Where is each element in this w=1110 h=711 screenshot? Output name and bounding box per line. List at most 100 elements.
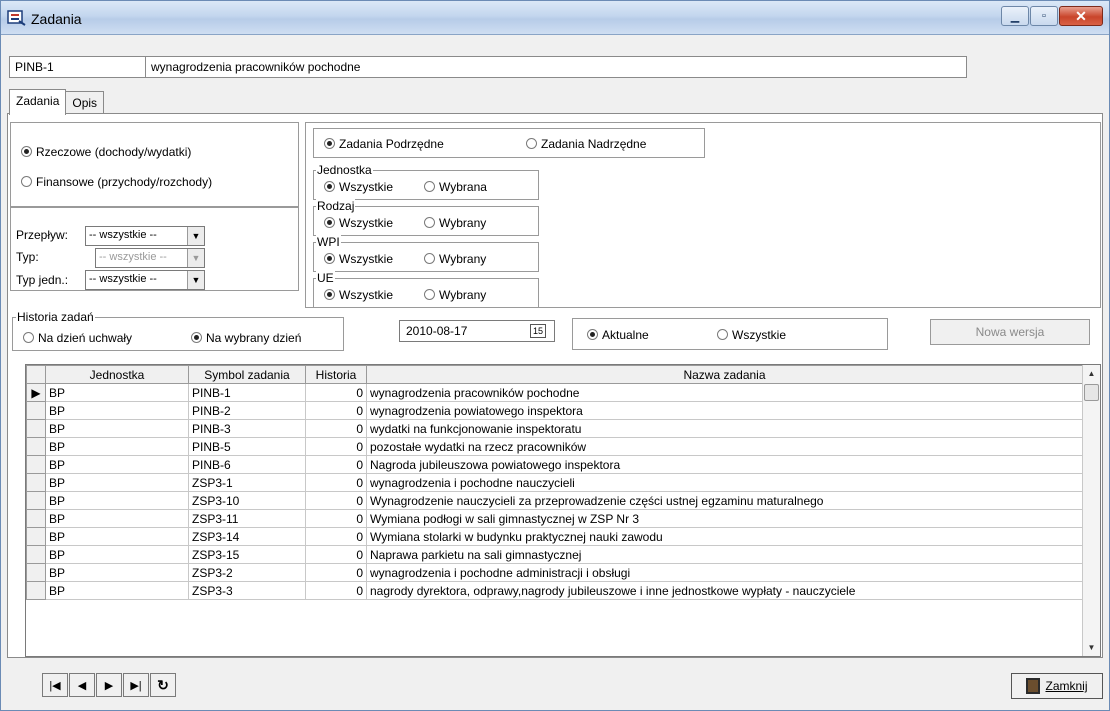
title-bar[interactable]: Zadania ▁ ▫ ✕ [1, 1, 1109, 35]
cell-nazwa[interactable]: Wynagrodzenie nauczycieli za przeprowadz… [366, 491, 1083, 510]
cell-historia[interactable]: 0 [305, 527, 367, 546]
cell-symbol[interactable]: ZSP3-1 [188, 473, 306, 492]
cell-jednostka[interactable]: BP [45, 473, 189, 492]
scroll-down-icon[interactable]: ▼ [1083, 639, 1100, 656]
col-header-historia[interactable]: Historia [305, 365, 367, 384]
close-window-button[interactable]: ✕ [1059, 6, 1103, 26]
cell-jednostka[interactable]: BP [45, 383, 189, 402]
cell-symbol[interactable]: PINB-2 [188, 401, 306, 420]
cell-jednostka[interactable]: BP [45, 401, 189, 420]
cell-historia[interactable]: 0 [305, 455, 367, 474]
cell-symbol[interactable]: PINB-3 [188, 419, 306, 438]
table-row[interactable]: BP PINB-6 0 Nagroda jubileuszowa powiatoweg… [26, 455, 1083, 474]
radio-wpi-wybrany[interactable]: Wybrany [424, 252, 486, 266]
cell-historia[interactable]: 0 [305, 491, 367, 510]
radio-wpi-wszystkie[interactable]: Wszystkie [324, 252, 393, 266]
cell-nazwa[interactable]: nagrody dyrektora, odprawy,nagrody jubil… [366, 581, 1083, 600]
row-indicator[interactable] [26, 455, 46, 474]
cell-jednostka[interactable]: BP [45, 581, 189, 600]
scroll-up-icon[interactable]: ▲ [1083, 365, 1100, 382]
nowa-wersja-button[interactable]: Nowa wersja [930, 319, 1090, 345]
row-indicator[interactable] [26, 401, 46, 420]
cell-symbol[interactable]: PINB-5 [188, 437, 306, 456]
radio-na-dzien-uchwaly[interactable]: Na dzień uchwały [23, 331, 132, 345]
col-header-symbol[interactable]: Symbol zadania [188, 365, 306, 384]
cell-historia[interactable]: 0 [305, 401, 367, 420]
radio-jednostka-wszystkie[interactable]: Wszystkie [324, 180, 393, 194]
table-row[interactable]: ▶ BP PINB-1 0 wynagrodzenia pracowników poch… [26, 383, 1083, 402]
row-indicator[interactable] [26, 563, 46, 582]
row-indicator[interactable] [26, 491, 46, 510]
vertical-scrollbar[interactable]: ▲ ▼ [1082, 365, 1100, 656]
cell-jednostka[interactable]: BP [45, 509, 189, 528]
table-row[interactable]: BP ZSP3-1 0 wynagrodzenia i pochodne nauczy… [26, 473, 1083, 492]
radio-ue-wszystkie[interactable]: Wszystkie [324, 288, 393, 302]
row-indicator[interactable] [26, 545, 46, 564]
table-row[interactable]: BP ZSP3-2 0 wynagrodzenia i pochodne admini… [26, 563, 1083, 582]
cell-nazwa[interactable]: wynagrodzenia i pochodne nauczycieli [366, 473, 1083, 492]
calendar-icon[interactable]: 15 [530, 324, 546, 338]
row-indicator[interactable] [26, 509, 46, 528]
first-record-button[interactable]: |◀ [42, 673, 68, 697]
refresh-button[interactable]: ↻ [150, 673, 176, 697]
row-indicator[interactable] [26, 473, 46, 492]
cell-historia[interactable]: 0 [305, 383, 367, 402]
table-row[interactable]: BP ZSP3-15 0 Naprawa parkietu na sali gimna… [26, 545, 1083, 564]
radio-ue-wybrany[interactable]: Wybrany [424, 288, 486, 302]
cell-symbol[interactable]: ZSP3-2 [188, 563, 306, 582]
tab-opis[interactable]: Opis [66, 91, 105, 113]
cell-jednostka[interactable]: BP [45, 455, 189, 474]
cell-symbol[interactable]: ZSP3-10 [188, 491, 306, 510]
table-row[interactable]: BP ZSP3-10 0 Wynagrodzenie nauczycieli za p… [26, 491, 1083, 510]
zamknij-button[interactable]: Zamknij [1011, 673, 1103, 699]
cell-symbol[interactable]: ZSP3-11 [188, 509, 306, 528]
cell-nazwa[interactable]: Wymiana podłogi w sali gimnastycznej w Z… [366, 509, 1083, 528]
radio-aktualne[interactable]: Aktualne [587, 328, 649, 342]
cell-symbol[interactable]: ZSP3-14 [188, 527, 306, 546]
cell-symbol[interactable]: PINB-1 [188, 383, 306, 402]
cell-historia[interactable]: 0 [305, 563, 367, 582]
table-row[interactable]: BP PINB-2 0 wynagrodzenia powiatowego inspe… [26, 401, 1083, 420]
cell-historia[interactable]: 0 [305, 545, 367, 564]
przeplyw-select[interactable]: -- wszystkie -- ▼ [85, 226, 205, 246]
table-row[interactable]: BP ZSP3-14 0 Wymiana stolarki w budynku pra… [26, 527, 1083, 546]
radio-jednostka-wybrana[interactable]: Wybrana [424, 180, 487, 194]
cell-nazwa[interactable]: Naprawa parkietu na sali gimnastycznej [366, 545, 1083, 564]
row-indicator[interactable] [26, 419, 46, 438]
table-row[interactable]: BP ZSP3-11 0 Wymiana podłogi w sali gimnast… [26, 509, 1083, 528]
radio-wszystkie[interactable]: Wszystkie [717, 328, 786, 342]
cell-nazwa[interactable]: wynagrodzenia i pochodne administracji i… [366, 563, 1083, 582]
minimize-button[interactable]: ▁ [1001, 6, 1029, 26]
cell-nazwa[interactable]: Wymiana stolarki w budynku praktycznej n… [366, 527, 1083, 546]
cell-symbol[interactable]: ZSP3-15 [188, 545, 306, 564]
typ-jedn-select[interactable]: -- wszystkie -- ▼ [85, 270, 205, 290]
radio-rodzaj-wybrany[interactable]: Wybrany [424, 216, 486, 230]
radio-finansowe[interactable]: Finansowe (przychody/rozchody) [21, 175, 212, 189]
table-row[interactable]: BP PINB-5 0 pozostałe wydatki na rzecz prac… [26, 437, 1083, 456]
row-indicator[interactable] [26, 581, 46, 600]
current-row-indicator-icon[interactable]: ▶ [26, 383, 46, 402]
cell-nazwa[interactable]: wynagrodzenia powiatowego inspektora [366, 401, 1083, 420]
tab-zadania[interactable]: Zadania [9, 89, 67, 115]
radio-nadrzedne[interactable]: Zadania Nadrzędne [526, 137, 646, 151]
radio-na-wybrany-dzien[interactable]: Na wybrany dzień [191, 331, 301, 345]
cell-symbol[interactable]: ZSP3-3 [188, 581, 306, 600]
cell-jednostka[interactable]: BP [45, 491, 189, 510]
prev-record-button[interactable]: ◀ [69, 673, 95, 697]
table-row[interactable]: BP ZSP3-3 0 nagrody dyrektora, odprawy,nagr… [26, 581, 1083, 600]
last-record-button[interactable]: ▶| [123, 673, 149, 697]
col-header-nazwa[interactable]: Nazwa zadania [366, 365, 1083, 384]
next-record-button[interactable]: ▶ [96, 673, 122, 697]
row-indicator[interactable] [26, 527, 46, 546]
cell-nazwa[interactable]: wydatki na funkcjonowanie inspektoratu [366, 419, 1083, 438]
table-row[interactable]: BP PINB-3 0 wydatki na funkcjonowanie inspe… [26, 419, 1083, 438]
radio-rodzaj-wszystkie[interactable]: Wszystkie [324, 216, 393, 230]
cell-historia[interactable]: 0 [305, 419, 367, 438]
scroll-thumb[interactable] [1084, 384, 1099, 401]
cell-nazwa[interactable]: pozostałe wydatki na rzecz pracowników [366, 437, 1083, 456]
cell-jednostka[interactable]: BP [45, 563, 189, 582]
cell-historia[interactable]: 0 [305, 581, 367, 600]
cell-historia[interactable]: 0 [305, 473, 367, 492]
radio-podrzedne[interactable]: Zadania Podrzędne [324, 137, 444, 151]
radio-rzeczowe[interactable]: Rzeczowe (dochody/wydatki) [21, 145, 191, 159]
